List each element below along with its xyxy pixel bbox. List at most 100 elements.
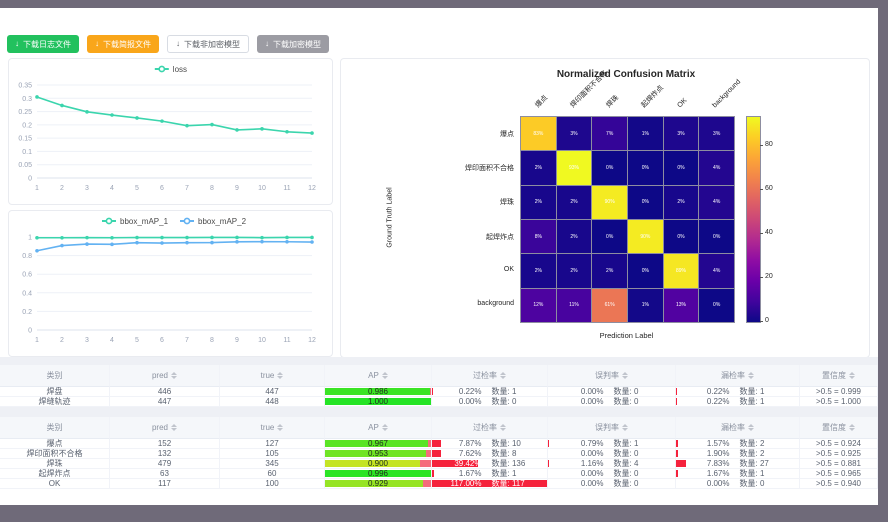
heatmap-cell: 13%	[664, 289, 699, 322]
heatmap-cell: 0%	[628, 254, 663, 287]
heatmap-cell: 83%	[521, 117, 556, 150]
colorbar-tick	[760, 277, 763, 278]
sort-icon[interactable]	[382, 424, 388, 431]
column-header-over[interactable]: 过检率	[432, 417, 548, 439]
rate-value: 1.67%	[692, 469, 730, 478]
svg-text:7: 7	[185, 337, 189, 344]
cell-true: 345	[220, 459, 325, 469]
cell-pred: 446	[110, 387, 220, 397]
download-button-3[interactable]: ↓下载非加密模型	[167, 35, 249, 53]
rate-value: 7.62%	[444, 449, 482, 458]
sort-icon[interactable]	[171, 424, 177, 431]
download-button-label: 下载加密模型	[273, 39, 321, 50]
download-button-1[interactable]: ↓下载日志文件	[7, 35, 79, 53]
svg-text:0.25: 0.25	[18, 109, 32, 116]
svg-text:0.05: 0.05	[18, 162, 32, 169]
svg-text:11: 11	[283, 185, 290, 192]
svg-text:11: 11	[283, 337, 290, 344]
sort-icon[interactable]	[748, 372, 754, 379]
column-label: 误判率	[595, 422, 619, 433]
sort-icon[interactable]	[849, 372, 855, 379]
heatmap-cell: 2%	[521, 254, 556, 287]
column-header-conf[interactable]: 置信度	[800, 417, 878, 439]
cell-confidence: >0.5 = 0.940	[800, 479, 878, 489]
cell-true: 448	[220, 397, 325, 407]
rate-value: 117.00%	[444, 479, 482, 488]
sort-icon[interactable]	[500, 372, 506, 379]
matrix-row-label: background	[400, 300, 514, 307]
heatmap-cell: 3%	[557, 117, 592, 150]
column-header-pred[interactable]: pred	[110, 417, 220, 439]
heatmap-cell: 0%	[699, 220, 734, 253]
column-label: AP	[368, 423, 379, 432]
sort-icon[interactable]	[277, 424, 283, 431]
heatmap-cell: 0%	[628, 151, 663, 184]
toolbar: ↓下载日志文件 ↓下载简报文件 ↓下载非加密模型 ↓ 下载加密模型	[7, 35, 329, 53]
rate-value: 39.42%	[444, 459, 482, 468]
legend-item-loss[interactable]: loss	[155, 65, 187, 74]
svg-text:2: 2	[60, 337, 64, 344]
column-header-ap[interactable]: AP	[325, 365, 432, 387]
download-button-4[interactable]: ↓ 下载加密模型	[257, 35, 329, 53]
download-icon: ↓	[95, 40, 99, 48]
sort-icon[interactable]	[748, 424, 754, 431]
colorbar-tick	[760, 189, 763, 190]
svg-text:6: 6	[160, 337, 164, 344]
heatmap-cell: 0%	[664, 220, 699, 253]
svg-text:0.2: 0.2	[22, 122, 32, 129]
svg-text:12: 12	[308, 337, 316, 344]
sort-icon[interactable]	[171, 372, 177, 379]
sort-icon[interactable]	[622, 424, 628, 431]
heatmap-cells: 83%3%7%1%3%3%2%93%0%0%0%4%2%2%90%0%2%4%8…	[520, 116, 735, 323]
column-header-cls: 类别	[0, 417, 110, 439]
metrics-table-2: 类别 pred true AP 过检率 误判率 漏检率 置信度 爆点 152 1…	[0, 417, 878, 489]
column-header-miss[interactable]: 漏检率	[676, 365, 800, 387]
column-label: true	[261, 371, 275, 380]
matrix-row-label: 爆点	[400, 129, 514, 139]
cell-pred: 132	[110, 449, 220, 459]
column-header-miss[interactable]: 漏检率	[676, 417, 800, 439]
rate-count: 数量: 1	[614, 439, 658, 449]
cell-ap: 0.986	[325, 387, 432, 397]
cell-true: 447	[220, 387, 325, 397]
svg-text:loss: loss	[173, 65, 187, 74]
sort-icon[interactable]	[277, 372, 283, 379]
column-header-over[interactable]: 过检率	[432, 365, 548, 387]
heatmap-cell: 2%	[521, 151, 556, 184]
heatmap-cell: 0%	[664, 151, 699, 184]
column-header-true[interactable]: true	[220, 365, 325, 387]
column-header-pred[interactable]: pred	[110, 365, 220, 387]
map-chart: 00.20.40.60.81123456789101112bbox_mAP_1b…	[9, 211, 332, 356]
sort-icon[interactable]	[849, 424, 855, 431]
column-header-true[interactable]: true	[220, 417, 325, 439]
cell-over-rate: 117.00% 数量: 117	[432, 479, 548, 489]
cell-over-rate: 7.62% 数量: 8	[432, 449, 548, 459]
svg-text:1: 1	[28, 235, 32, 242]
sort-icon[interactable]	[622, 372, 628, 379]
svg-text:0.1: 0.1	[22, 149, 32, 156]
cell-ap: 1.000	[325, 397, 432, 407]
column-label: 误判率	[595, 370, 619, 381]
column-header-mis[interactable]: 误判率	[548, 417, 676, 439]
rate-value: 7.87%	[444, 439, 482, 448]
heatmap-cell: 3%	[699, 117, 734, 150]
colorbar-tick	[760, 233, 763, 234]
sort-icon[interactable]	[500, 424, 506, 431]
cell-ap: 0.900	[325, 459, 432, 469]
download-icon: ↓	[265, 40, 269, 48]
legend-item-bbox_mAP_2[interactable]: bbox_mAP_2	[180, 217, 247, 226]
column-header-conf[interactable]: 置信度	[800, 365, 878, 387]
table-row: 焊盘 446 447 0.986 0.22% 数量: 1 0.00% 数量: 0…	[0, 387, 878, 397]
rate-count: 数量: 0	[614, 479, 658, 489]
column-header-ap[interactable]: AP	[325, 417, 432, 439]
rate-value: 7.83%	[692, 459, 730, 468]
download-button-2[interactable]: ↓下载简报文件	[87, 35, 159, 53]
svg-text:6: 6	[160, 185, 164, 192]
column-header-mis[interactable]: 误判率	[548, 365, 676, 387]
sort-icon[interactable]	[382, 372, 388, 379]
cell-class: 爆点	[0, 439, 110, 449]
matrix-col-label: background	[711, 78, 743, 110]
cell-miss-rate: 0.22% 数量: 1	[676, 387, 800, 397]
legend-item-bbox_mAP_1[interactable]: bbox_mAP_1	[102, 217, 169, 226]
colorbar-tick-label: 80	[765, 141, 773, 148]
